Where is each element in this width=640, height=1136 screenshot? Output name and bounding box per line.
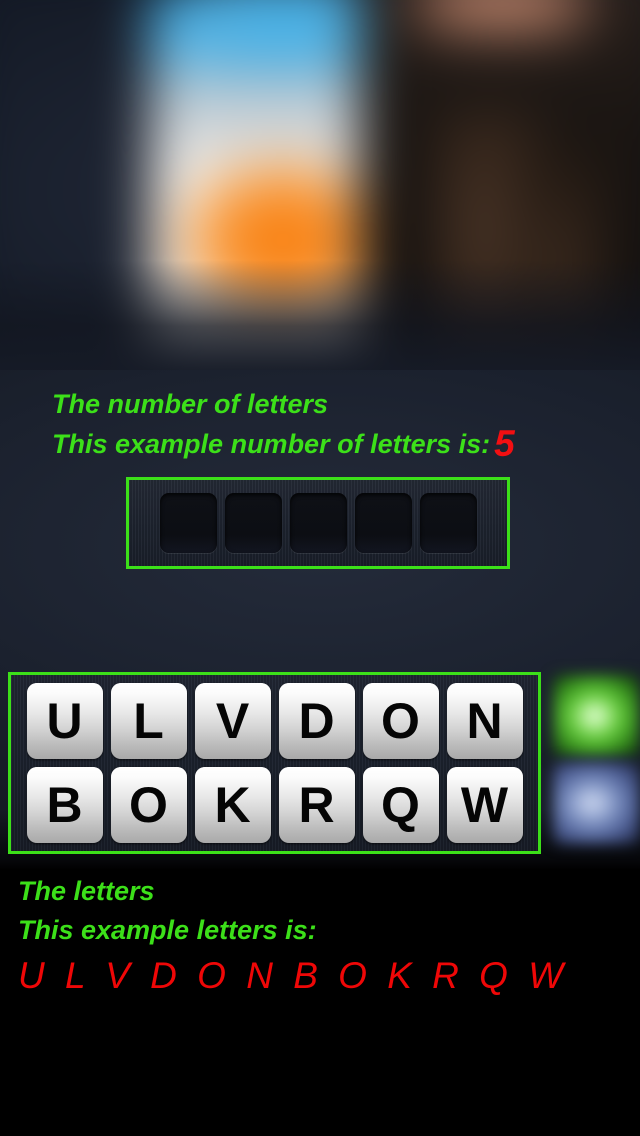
bottom-spacer — [0, 1000, 640, 1136]
letter-tile[interactable]: O — [110, 767, 187, 843]
answer-slot[interactable] — [159, 493, 217, 553]
hint-button[interactable] — [553, 675, 640, 757]
puzzle-image[interactable] — [0, 0, 640, 380]
letter-tile[interactable]: B — [26, 767, 103, 843]
letter-count-example-line: This example number of letters is: 5 — [52, 424, 640, 464]
letters-answer-title: The letters — [18, 876, 155, 906]
letter-count-hint: The number of letters This example numbe… — [52, 385, 640, 464]
answer-slot-box[interactable] — [126, 477, 510, 569]
letter-tile[interactable]: R — [278, 767, 355, 843]
letters-answer-example-label: This example letters is: — [18, 915, 317, 945]
puzzle-image-bottom-fade — [0, 260, 640, 380]
game-screen: The number of letters This example numbe… — [0, 0, 640, 1136]
letter-tile[interactable]: L — [110, 683, 187, 759]
letter-count-title: The number of letters — [52, 389, 329, 419]
answer-slot[interactable] — [354, 493, 412, 553]
facebook-share-button[interactable] — [553, 762, 640, 844]
answer-slot[interactable] — [224, 493, 282, 553]
letter-tile[interactable]: D — [278, 683, 355, 759]
answer-slot[interactable] — [419, 493, 477, 553]
letter-tile[interactable]: Q — [362, 767, 439, 843]
letter-count-example-label: This example number of letters is: — [52, 429, 491, 459]
answer-slot[interactable] — [289, 493, 347, 553]
letter-tile-row-1: U L V D O N — [26, 683, 523, 759]
letters-answer-value: U L V D O N B O K R Q W — [18, 955, 569, 996]
letter-tile[interactable]: K — [194, 767, 271, 843]
letter-tile[interactable]: W — [446, 767, 523, 843]
letter-tile-grid: U L V D O N B O K R Q W — [8, 672, 541, 854]
letter-tile-row-2: B O K R Q W — [26, 767, 523, 843]
letter-count-value: 5 — [494, 423, 515, 464]
letters-answer-hint: The letters This example letters is: U L… — [18, 872, 638, 1000]
letter-tile[interactable]: O — [362, 683, 439, 759]
letter-tile[interactable]: N — [446, 683, 523, 759]
letter-tile[interactable]: U — [26, 683, 103, 759]
puzzle-image-sky-region — [190, 0, 375, 73]
puzzle-image-skin-region — [415, 0, 590, 38]
letter-tile[interactable]: V — [194, 683, 271, 759]
